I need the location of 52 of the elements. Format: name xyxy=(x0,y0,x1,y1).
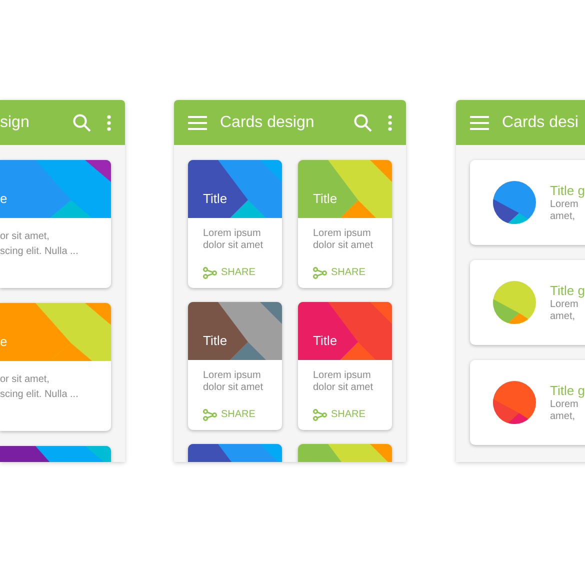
card[interactable]: e or sit amet, scing elit. Nulla ... xyxy=(0,303,111,431)
share-button[interactable]: SHARE xyxy=(203,407,256,422)
app-title: Cards design xyxy=(220,112,314,132)
card-title: Title xyxy=(313,190,338,208)
card[interactable]: Title g Lorem amet, xyxy=(470,360,585,445)
card-title: e xyxy=(0,190,8,208)
card-text: Lorem xyxy=(550,198,580,210)
card-title: e xyxy=(0,332,8,350)
card-text: Lorem ipsum dolor sit amet xyxy=(203,228,264,252)
card-text: Lorem ipsum dolor sit amet xyxy=(313,370,374,394)
more-icon[interactable] xyxy=(107,114,111,130)
share-icon xyxy=(203,408,217,420)
search-icon[interactable] xyxy=(354,114,372,132)
card[interactable]: e or sit amet, scing elit. Nulla ... xyxy=(0,160,111,288)
card-text: Lorem xyxy=(550,398,580,410)
share-button[interactable]: SHARE xyxy=(313,407,366,422)
app-title: sign xyxy=(0,112,30,132)
card-text: or sit amet, xyxy=(0,230,50,244)
search-icon[interactable] xyxy=(73,114,91,132)
card-title: Title g xyxy=(550,382,585,398)
card-title: Title xyxy=(203,190,228,208)
card[interactable]: Title Lorem ipsum dolor sit amet SHARE xyxy=(188,160,282,288)
avatar-icon xyxy=(493,381,536,424)
card-text: Lorem xyxy=(550,298,580,310)
card-text: Lorem ipsum dolor sit amet xyxy=(203,370,264,394)
card-text: amet, xyxy=(550,410,576,422)
card[interactable]: Title Lorem ipsum dolor sit amet SHARE xyxy=(298,160,392,288)
card-text: or sit amet, xyxy=(0,373,50,387)
share-icon xyxy=(203,266,217,278)
share-button[interactable]: SHARE xyxy=(203,265,256,280)
menu-icon[interactable] xyxy=(188,116,207,130)
share-icon xyxy=(313,266,327,278)
share-icon xyxy=(313,408,327,420)
card-title: Title g xyxy=(550,182,585,198)
share-button[interactable]: SHARE xyxy=(313,265,366,280)
menu-icon[interactable] xyxy=(470,116,489,130)
card[interactable]: Title Lorem ipsum dolor sit amet SHARE xyxy=(298,302,392,430)
card-text: scing elit. Nulla ... xyxy=(0,388,80,402)
card[interactable]: Title Lorem ipsum dolor sit amet SHARE xyxy=(188,302,282,430)
card-title: Title xyxy=(203,332,228,350)
avatar-icon xyxy=(493,281,536,324)
card[interactable]: Title g Lorem amet, xyxy=(470,160,585,245)
card-text: scing elit. Nulla ... xyxy=(0,245,80,259)
card[interactable]: Title g Lorem amet, xyxy=(470,260,585,345)
card-text: amet, xyxy=(550,210,576,222)
card-text: amet, xyxy=(550,310,576,322)
card-text: Lorem ipsum dolor sit amet xyxy=(313,228,374,252)
card-title: Title xyxy=(313,332,338,350)
avatar-icon xyxy=(493,181,536,224)
more-icon[interactable] xyxy=(388,114,392,130)
app-title: Cards desi xyxy=(502,112,578,132)
card-title: Title g xyxy=(550,282,585,298)
